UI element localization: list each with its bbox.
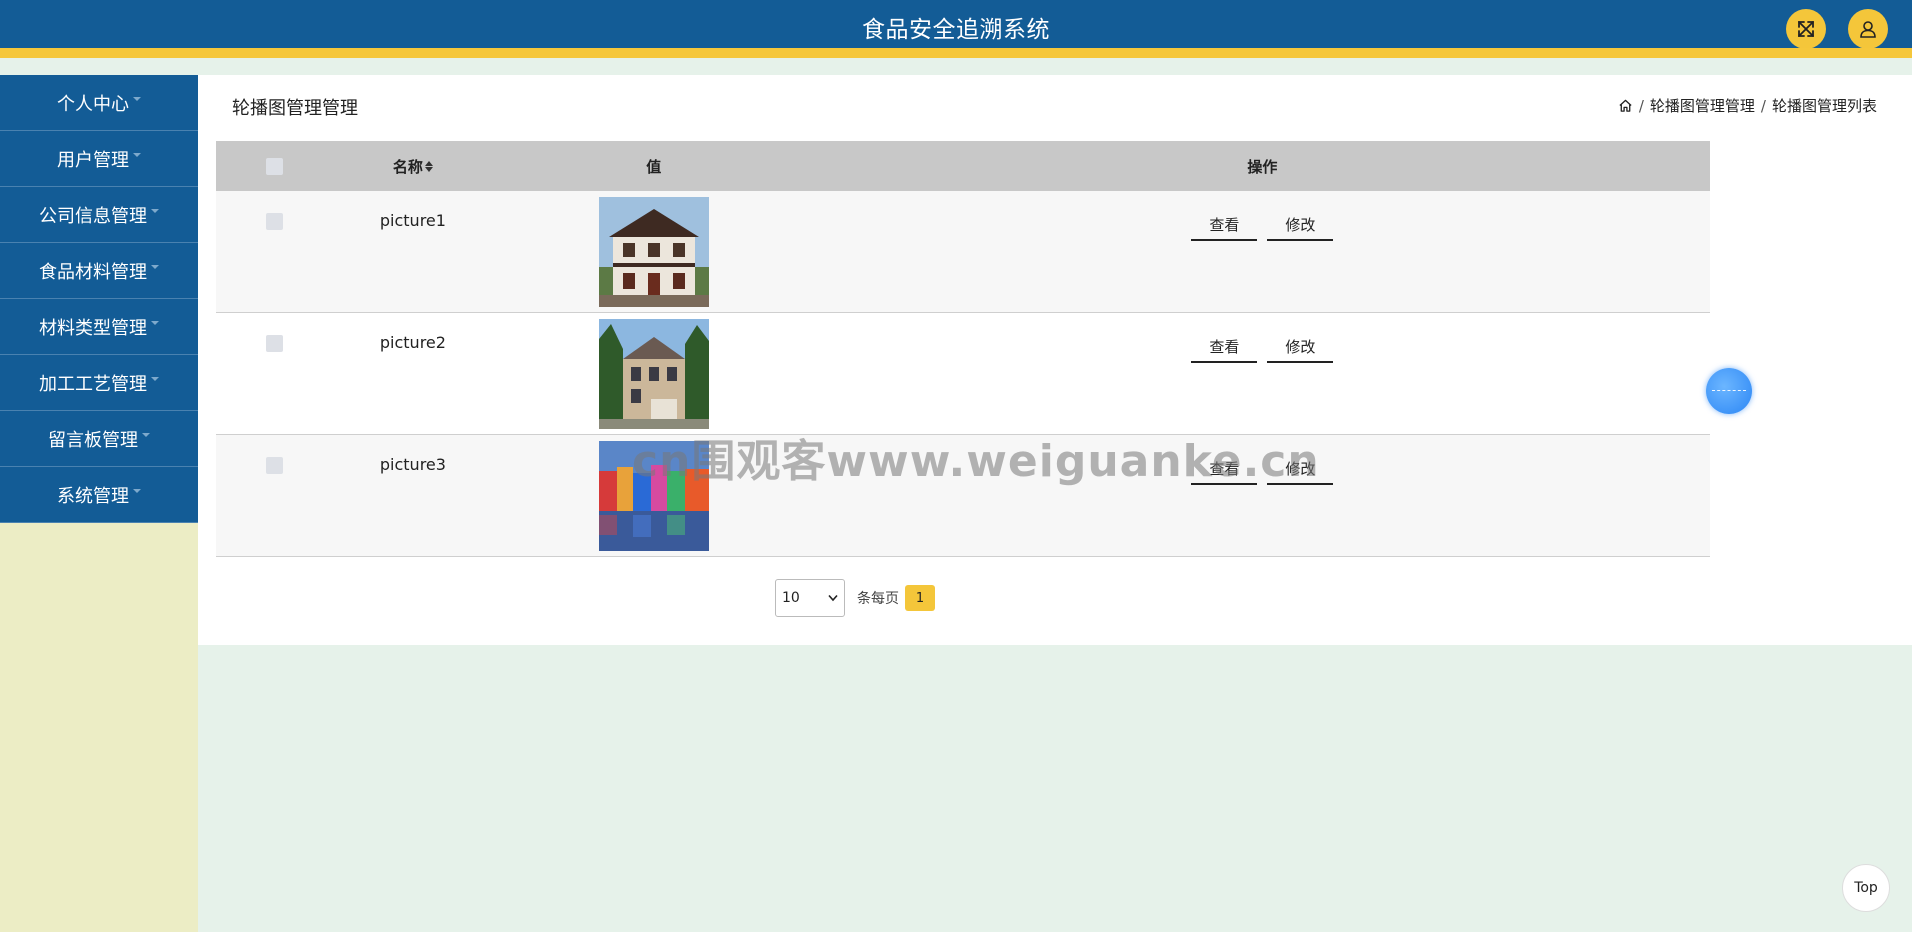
breadcrumb: / 轮播图管理管理 / 轮播图管理列表: [1618, 95, 1877, 116]
sidebar-item-system[interactable]: 系统管理: [0, 467, 198, 523]
row-checkbox[interactable]: [266, 335, 284, 352]
caret-down-icon: [133, 96, 141, 101]
edit-button[interactable]: 修改: [1267, 331, 1334, 363]
house-photo-1: [598, 197, 709, 307]
app-title: 食品安全追溯系统: [862, 17, 1050, 43]
caret-down-icon: [151, 208, 159, 213]
sidebar-item-label: 系统管理: [57, 485, 129, 507]
chevron-down-icon: [828, 594, 838, 602]
caret-down-icon: [151, 320, 159, 325]
sidebar-item-message-board[interactable]: 留言板管理: [0, 411, 198, 467]
caret-down-icon: [133, 488, 141, 493]
sidebar-item-processing[interactable]: 加工工艺管理: [0, 355, 198, 411]
select-all-checkbox[interactable]: [266, 157, 284, 175]
edit-button[interactable]: 修改: [1267, 453, 1334, 485]
page-size-select[interactable]: 10: [775, 579, 845, 617]
house-photo-2: [598, 319, 709, 429]
colorful-houses-photo: [598, 441, 709, 551]
user-menu-button[interactable]: [1848, 9, 1888, 49]
assistant-ball-icon[interactable]: [1706, 368, 1752, 414]
column-header-value: 值: [646, 157, 662, 176]
caret-down-icon: [151, 264, 159, 269]
table-row: picture1 查看 修改: [216, 191, 1710, 313]
row-checkbox[interactable]: [266, 213, 284, 230]
sidebar-item-label: 食品材料管理: [39, 261, 147, 283]
caret-down-icon: [133, 152, 141, 157]
main-panel: 轮播图管理管理 / 轮播图管理管理 / 轮播图管理列表 名称 值 操作 pict…: [198, 75, 1912, 645]
view-button[interactable]: 查看: [1191, 453, 1258, 485]
sidebar-item-label: 留言板管理: [48, 429, 138, 451]
fullscreen-button[interactable]: [1786, 9, 1826, 49]
table-row: picture3 查看 修改: [216, 435, 1710, 557]
sidebar-item-label: 公司信息管理: [39, 205, 147, 227]
sidebar-item-label: 材料类型管理: [39, 317, 147, 339]
breadcrumb-separator: /: [1760, 96, 1766, 115]
sort-icon[interactable]: [424, 160, 433, 172]
sidebar-item-material-type[interactable]: 材料类型管理: [0, 299, 198, 355]
expand-icon: [1798, 21, 1814, 37]
table-header: 名称 值 操作: [216, 141, 1710, 191]
sidebar-item-food-material[interactable]: 食品材料管理: [0, 243, 198, 299]
back-to-top-button[interactable]: Top: [1842, 864, 1890, 912]
page-number-current[interactable]: 1: [905, 585, 935, 611]
sidebar-item-label: 个人中心: [57, 93, 129, 115]
column-header-actions: 操作: [1247, 157, 1278, 176]
per-page-label: 条每页: [857, 591, 899, 607]
sidebar-item-label: 用户管理: [57, 149, 129, 171]
row-name: picture3: [379, 455, 446, 474]
top-header: 食品安全追溯系统: [0, 0, 1912, 58]
table-row: picture2 查看 修改: [216, 313, 1710, 435]
user-icon: [1860, 21, 1876, 38]
caret-down-icon: [151, 376, 159, 381]
home-icon[interactable]: [1618, 98, 1633, 113]
row-name: picture1: [379, 211, 446, 230]
view-button[interactable]: 查看: [1191, 331, 1258, 363]
breadcrumb-item-current: 轮播图管理列表: [1771, 97, 1877, 115]
row-name: picture2: [379, 333, 446, 352]
breadcrumb-separator: /: [1638, 96, 1644, 115]
sidebar-item-company-info[interactable]: 公司信息管理: [0, 187, 198, 243]
column-header-name-label: 名称: [392, 157, 423, 176]
carousel-table: 名称 值 操作 picture1 查看 修改 picture2 查看 修改 pi…: [216, 141, 1710, 557]
row-checkbox[interactable]: [266, 457, 284, 474]
page-size-value: 10: [782, 590, 800, 606]
edit-button[interactable]: 修改: [1267, 209, 1334, 241]
sidebar: 个人中心 用户管理 公司信息管理 食品材料管理 材料类型管理 加工工艺管理 留言…: [0, 75, 198, 932]
header-accent-stripe: [0, 48, 1912, 58]
pagination: 10 条每页 1: [775, 579, 935, 617]
caret-down-icon: [142, 432, 150, 437]
sidebar-item-personal-center[interactable]: 个人中心: [0, 75, 198, 131]
sidebar-item-user-management[interactable]: 用户管理: [0, 131, 198, 187]
page-title: 轮播图管理管理: [232, 98, 358, 119]
sidebar-item-label: 加工工艺管理: [39, 373, 147, 395]
breadcrumb-item[interactable]: 轮播图管理管理: [1650, 95, 1755, 116]
view-button[interactable]: 查看: [1191, 209, 1258, 241]
column-header-name[interactable]: 名称: [333, 156, 492, 177]
